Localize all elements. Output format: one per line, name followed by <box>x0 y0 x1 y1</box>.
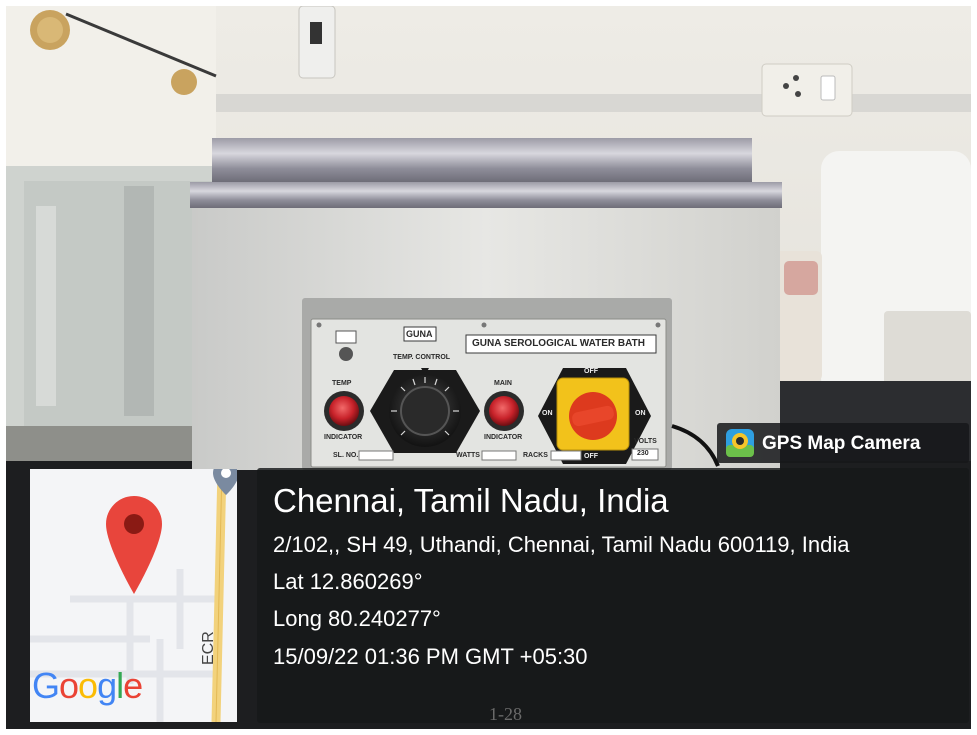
location-longitude: Long 80.240277° <box>273 606 441 631</box>
map-thumbnail: ECR Google <box>30 469 237 722</box>
off-top-label: OFF <box>584 368 598 375</box>
gps-camera-badge: GPS Map Camera <box>717 423 969 463</box>
main-label: MAIN <box>494 380 512 387</box>
volts-value: 230 <box>637 450 649 457</box>
sl-no-label: SL. NO. <box>333 452 359 459</box>
on-left-label: ON <box>542 410 553 417</box>
floor-marking: 1-28 <box>489 704 522 724</box>
racks-label: RACKS <box>523 452 548 459</box>
on-right-label: ON <box>635 410 646 417</box>
location-latitude: Lat 12.860269° <box>273 569 423 594</box>
google-logo: Google <box>32 665 143 706</box>
location-datetime: 15/09/22 01:36 PM GMT +05:30 <box>273 644 588 669</box>
gps-camera-icon <box>726 429 754 457</box>
photo-scene: GUNA GUNA SEROLOGICAL WATER BATH TEMP. C… <box>6 6 971 729</box>
panel-title: GUNA SEROLOGICAL WATER BATH <box>472 338 645 349</box>
location-address: 2/102,, SH 49, Uthandi, Chennai, Tamil N… <box>273 532 850 557</box>
location-overlay: Chennai, Tamil Nadu, India 2/102,, SH 49… <box>257 468 969 724</box>
temp-label: TEMP <box>332 380 352 387</box>
map-road-label: ECR <box>200 631 217 665</box>
main-indicator-label: INDICATOR <box>484 434 523 441</box>
temp-indicator-label: INDICATOR <box>324 434 363 441</box>
watts-label: WATTS <box>456 452 480 459</box>
temp-control-label: TEMP. CONTROL <box>393 354 451 361</box>
off-bottom-label: OFF <box>584 453 598 460</box>
panel-brand: GUNA <box>406 329 433 339</box>
location-city: Chennai, Tamil Nadu, India <box>273 482 669 519</box>
gps-camera-label: GPS Map Camera <box>762 433 921 454</box>
volts-label: VOLTS <box>634 438 657 445</box>
